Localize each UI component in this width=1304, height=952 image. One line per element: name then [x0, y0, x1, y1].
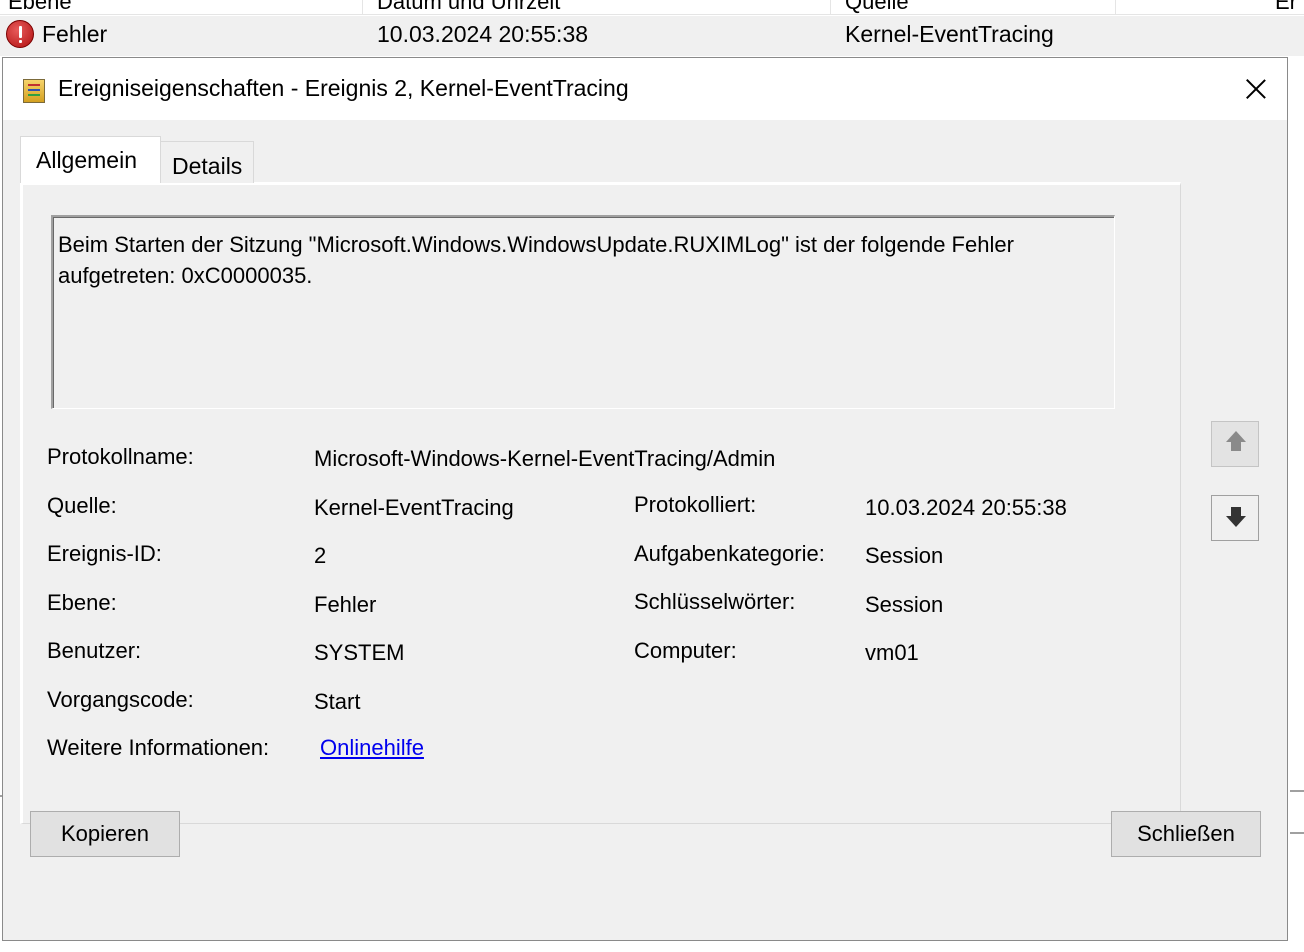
log-name-label: Protokollname: [47, 444, 194, 469]
column-header-datetime[interactable]: Datum und Uhrzeit [377, 0, 560, 14]
level-value: Fehler [314, 592, 377, 617]
arrow-down-icon [1226, 516, 1246, 527]
task-category-value: Session [865, 543, 944, 568]
more-info-label: Weitere Informationen: [47, 735, 270, 760]
copy-button[interactable]: Kopieren [30, 811, 180, 857]
opcode-label: Vorgangscode: [47, 687, 194, 712]
event-list-row[interactable]: Fehler 10.03.2024 20:55:38 Kernel-EventT… [0, 16, 1304, 56]
column-divider [1115, 0, 1116, 14]
background-divider [1290, 790, 1304, 834]
source-value: Kernel-EventTracing [314, 495, 514, 520]
close-dialog-button[interactable]: Schließen [1111, 811, 1261, 857]
logged-value: 10.03.2024 20:55:38 [865, 495, 1067, 520]
column-divider [830, 0, 831, 14]
tab-general[interactable]: Allgemein [20, 136, 161, 183]
error-icon [6, 20, 34, 48]
opcode-value: Start [314, 689, 361, 714]
online-help-link[interactable]: Onlinehilfe [320, 735, 424, 761]
source-label: Quelle: [47, 493, 117, 518]
dialog-title: Ereigniseigenschaften - Ereignis 2, Kern… [58, 75, 629, 101]
level-label: Ebene: [47, 590, 117, 615]
event-description: Beim Starten der Sitzung "Microsoft.Wind… [58, 232, 1014, 288]
title-bar[interactable]: Ereigniseigenschaften - Ereignis 2, Kern… [3, 58, 1287, 120]
row-level: Fehler [42, 21, 108, 47]
next-event-button[interactable] [1211, 495, 1259, 541]
event-id-label: Ereignis-ID: [47, 541, 162, 566]
computer-value: vm01 [865, 640, 919, 665]
column-divider [362, 0, 363, 14]
previous-event-button[interactable] [1211, 421, 1259, 467]
tab-details[interactable]: Details [160, 141, 254, 183]
column-header-source[interactable]: Quelle [845, 0, 909, 14]
column-header-level[interactable]: Ebene [8, 0, 72, 14]
event-description-box[interactable]: Beim Starten der Sitzung "Microsoft.Wind… [51, 215, 1115, 409]
event-id-value: 2 [314, 543, 327, 568]
column-header-event-id[interactable]: Er [1275, 0, 1297, 14]
keywords-label: Schlüsselwörter: [634, 589, 796, 614]
event-properties-dialog: Ereigniseigenschaften - Ereignis 2, Kern… [2, 57, 1288, 941]
user-label: Benutzer: [47, 638, 142, 663]
computer-label: Computer: [634, 638, 737, 663]
task-category-label: Aufgabenkategorie: [634, 541, 825, 566]
event-list-header: Ebene Datum und Uhrzeit Quelle Er [0, 0, 1304, 15]
row-datetime: 10.03.2024 20:55:38 [377, 21, 589, 47]
logged-label: Protokolliert: [634, 492, 757, 517]
keywords-value: Session [865, 592, 944, 617]
log-name-value: Microsoft-Windows-Kernel-EventTracing/Ad… [314, 446, 776, 471]
close-button[interactable] [1225, 58, 1287, 120]
user-value: SYSTEM [314, 640, 405, 665]
event-viewer-icon [23, 79, 45, 103]
row-source: Kernel-EventTracing [845, 21, 1054, 47]
